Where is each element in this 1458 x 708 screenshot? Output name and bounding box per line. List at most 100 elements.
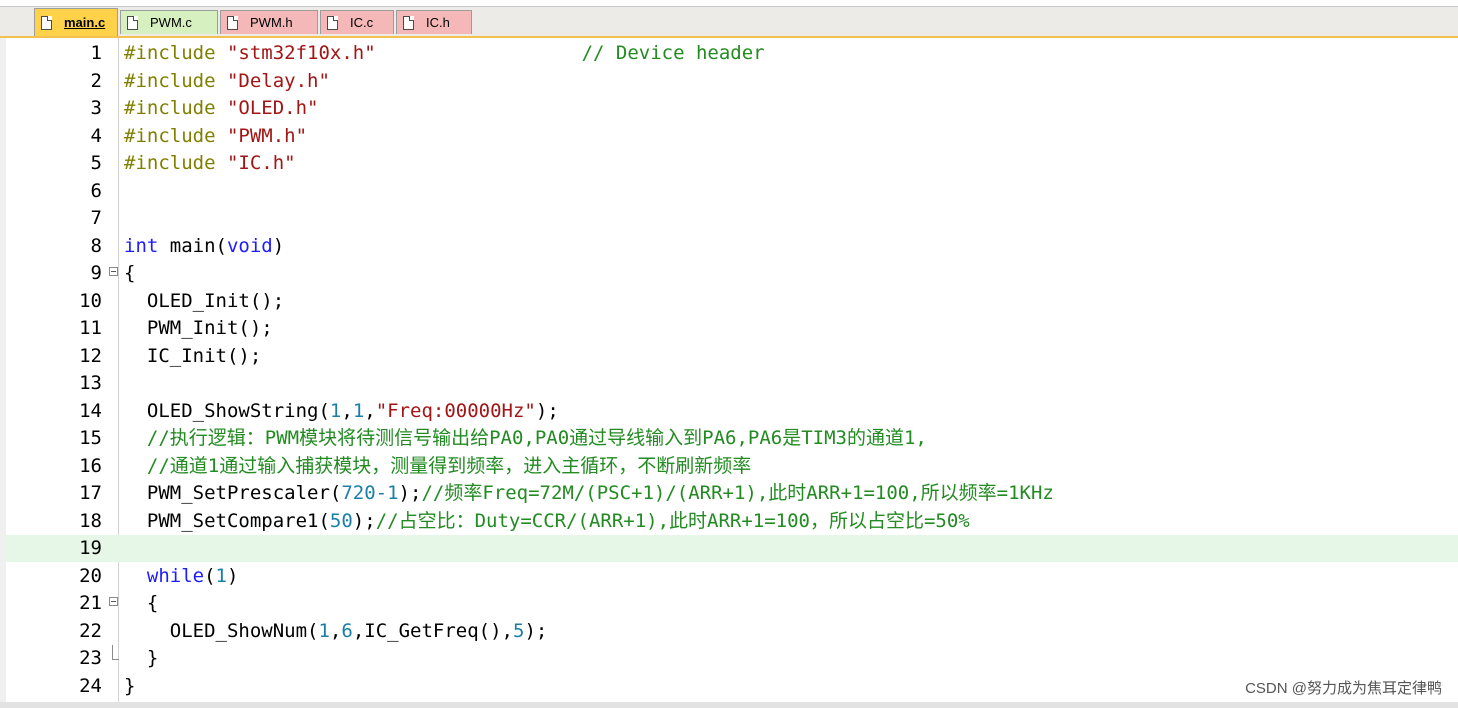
code-text: OLED_ShowString(1,1,"Freq:00000Hz"); bbox=[124, 398, 559, 425]
tab-label: PWM.c bbox=[150, 15, 192, 30]
code-line[interactable]: 23 } bbox=[6, 645, 1458, 672]
code-token: "OLED.h" bbox=[226, 97, 319, 119]
code-token: int bbox=[124, 234, 159, 257]
code-token: ); bbox=[398, 482, 422, 504]
line-number: 3 bbox=[90, 97, 102, 119]
code-token: main( bbox=[158, 234, 227, 257]
tab-ic-c[interactable]: IC.c bbox=[320, 10, 394, 34]
code-editor[interactable]: 1 #include "stm32f10x.h" // Device header… bbox=[6, 38, 1458, 702]
code-line[interactable]: 12 IC_Init(); bbox=[6, 343, 1458, 370]
code-token: 1 bbox=[318, 619, 330, 642]
code-line[interactable]: 24} bbox=[6, 673, 1458, 700]
code-text: //通道1通过输入捕获模块，测量得到频率，进入主循环，不断刷新频率 bbox=[124, 453, 751, 480]
code-text: OLED_ShowNum(1,6,IC_GetFreq(),5); bbox=[124, 618, 548, 645]
code-line[interactable]: 20 while(1) bbox=[6, 563, 1458, 590]
line-number: 5 bbox=[90, 152, 102, 174]
code-token: 1 bbox=[352, 399, 365, 422]
code-token: #include bbox=[124, 124, 227, 147]
tab-label: IC.h bbox=[426, 15, 450, 30]
code-line[interactable]: 19 bbox=[6, 535, 1458, 562]
tab-ic-h[interactable]: IC.h bbox=[396, 10, 472, 34]
code-line[interactable]: 8 int main(void) bbox=[6, 233, 1458, 260]
code-text: { bbox=[124, 590, 158, 617]
code-token: //执行逻辑：PWM模块将待测信号输出给PA0,PA0通过导线输入到PA6,PA… bbox=[124, 427, 927, 449]
code-line[interactable]: 5 #include "IC.h" bbox=[6, 150, 1458, 177]
code-token: //通道1通过输入捕获模块，测量得到频率，进入主循环，不断刷新频率 bbox=[124, 454, 752, 477]
line-number: 20 bbox=[79, 564, 102, 587]
fold-collapse-icon[interactable] bbox=[109, 597, 118, 606]
code-token: OLED_ShowString( bbox=[124, 399, 330, 422]
line-number: 9 bbox=[90, 262, 102, 284]
code-token: // Device header bbox=[581, 42, 765, 64]
line-number: 22 bbox=[79, 619, 102, 642]
line-number: 11 bbox=[79, 317, 102, 339]
code-token: void bbox=[226, 234, 273, 257]
code-line[interactable]: 2 #include "Delay.h" bbox=[6, 68, 1458, 95]
line-number: 14 bbox=[79, 399, 102, 422]
code-line[interactable]: 7 bbox=[6, 205, 1458, 232]
tab-label: PWM.h bbox=[250, 15, 293, 30]
code-line[interactable]: 3 #include "OLED.h" bbox=[6, 95, 1458, 122]
code-line[interactable]: 15 //执行逻辑：PWM模块将待测信号输出给PA0,PA0通过导线输入到PA6… bbox=[6, 425, 1458, 452]
file-icon bbox=[127, 15, 138, 30]
code-line[interactable]: 13 bbox=[6, 370, 1458, 397]
code-text: #include "PWM.h" bbox=[124, 123, 307, 150]
code-line[interactable]: 11 PWM_Init(); bbox=[6, 315, 1458, 342]
file-icon bbox=[227, 15, 238, 30]
code-text: } bbox=[124, 645, 158, 672]
code-text: } bbox=[124, 673, 135, 700]
code-token: } bbox=[124, 647, 159, 669]
code-token: 1 bbox=[215, 564, 227, 587]
code-token: OLED_Init(); bbox=[124, 289, 285, 312]
code-token: 5 bbox=[512, 619, 525, 642]
code-text: #include "IC.h" bbox=[124, 150, 296, 177]
code-line[interactable]: 17 PWM_SetPrescaler(720-1);//频率Freq=72M/… bbox=[6, 480, 1458, 507]
code-line[interactable]: 21 { bbox=[6, 590, 1458, 617]
code-token: ); bbox=[352, 509, 376, 532]
code-token: "IC.h" bbox=[226, 152, 296, 174]
code-line[interactable]: 9{ bbox=[6, 260, 1458, 287]
code-token: , bbox=[341, 399, 353, 422]
code-token: } bbox=[124, 674, 136, 697]
code-token: PWM_SetPrescaler( bbox=[124, 482, 342, 504]
code-line[interactable]: 14 OLED_ShowString(1,1,"Freq:00000Hz"); bbox=[6, 398, 1458, 425]
code-text: #include "Delay.h" bbox=[124, 68, 330, 95]
line-number: 12 bbox=[79, 344, 102, 367]
code-token: "Freq:00000Hz" bbox=[375, 399, 536, 422]
line-number: 15 bbox=[79, 427, 102, 449]
code-line[interactable]: 1 #include "stm32f10x.h" // Device header bbox=[6, 40, 1458, 67]
tab-label: IC.c bbox=[350, 15, 374, 30]
tab-label: main.c bbox=[64, 15, 106, 30]
line-number: 8 bbox=[90, 234, 102, 257]
code-text: int main(void) bbox=[124, 233, 284, 260]
tab-pwm-h[interactable]: PWM.h bbox=[220, 10, 318, 34]
code-token: ) bbox=[272, 234, 285, 257]
tab-pwm-c[interactable]: PWM.c bbox=[120, 10, 218, 34]
code-text: PWM_Init(); bbox=[124, 315, 273, 342]
code-line[interactable]: 6 bbox=[6, 178, 1458, 205]
code-token: while bbox=[146, 564, 205, 587]
code-token: #include bbox=[124, 97, 227, 119]
code-token: { bbox=[124, 262, 136, 284]
code-line[interactable]: 18 PWM_SetCompare1(50);//占空比：Duty=CCR/(A… bbox=[6, 508, 1458, 535]
code-line[interactable]: 16 //通道1通过输入捕获模块，测量得到频率，进入主循环，不断刷新频率 bbox=[6, 453, 1458, 480]
code-line[interactable]: 10 OLED_Init(); bbox=[6, 288, 1458, 315]
line-number: 2 bbox=[90, 69, 102, 92]
code-token: ( bbox=[204, 564, 216, 587]
code-token: 6 bbox=[341, 619, 353, 642]
code-line[interactable]: 4 #include "PWM.h" bbox=[6, 123, 1458, 150]
code-token: "PWM.h" bbox=[226, 124, 308, 147]
fold-collapse-icon[interactable] bbox=[109, 267, 118, 276]
fold-end-marker-icon bbox=[112, 645, 119, 660]
line-number: 13 bbox=[79, 372, 102, 394]
code-token: { bbox=[124, 592, 159, 614]
code-text: while(1) bbox=[124, 563, 239, 590]
code-token: , bbox=[364, 399, 376, 422]
code-token: PWM_SetCompare1( bbox=[124, 509, 330, 532]
tab-main-c[interactable]: main.c bbox=[34, 8, 118, 36]
horizontal-scrollbar[interactable] bbox=[0, 702, 1458, 708]
code-token: 50 bbox=[329, 509, 353, 532]
code-line[interactable]: 22 OLED_ShowNum(1,6,IC_GetFreq(),5); bbox=[6, 618, 1458, 645]
line-number: 6 bbox=[90, 179, 102, 202]
